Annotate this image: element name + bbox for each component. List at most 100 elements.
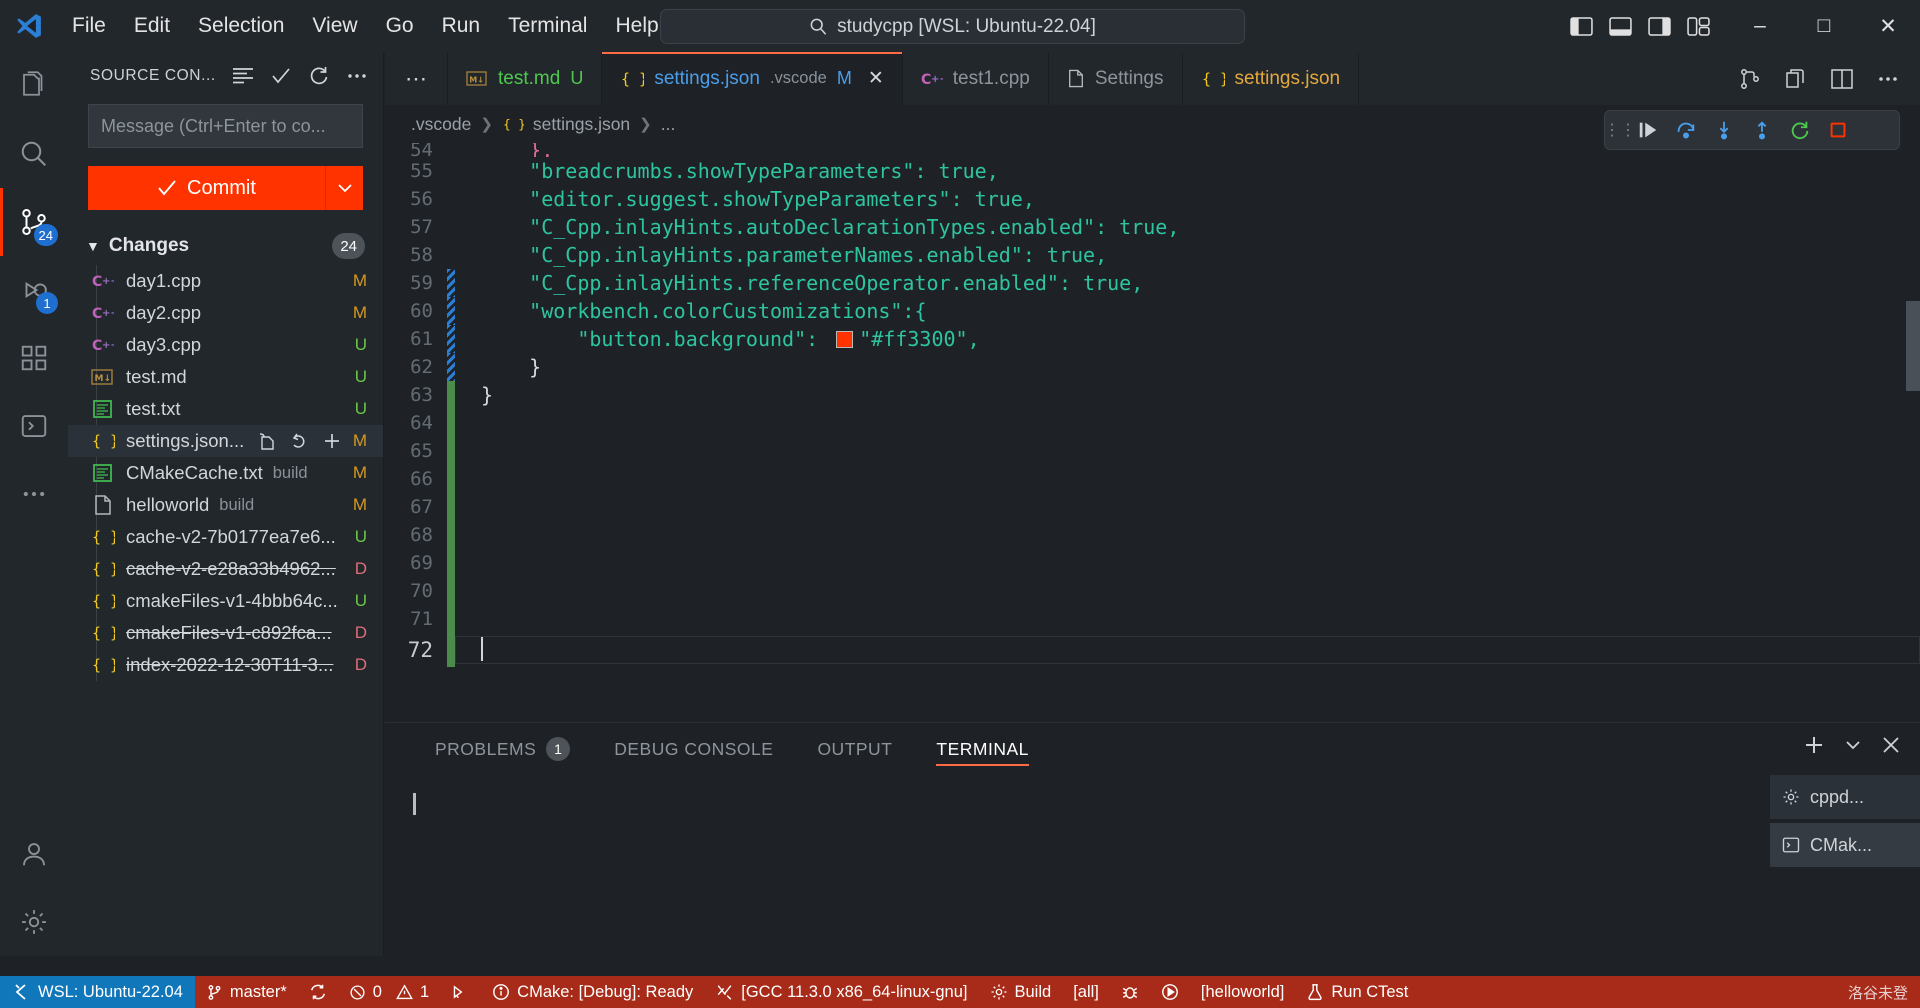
view-as-list-icon[interactable] [232, 66, 254, 86]
list-item-selected[interactable]: { } settings.json... M [68, 425, 383, 457]
terminal-tab-cppd[interactable]: cppd... [1770, 775, 1920, 819]
discard-changes-icon[interactable] [289, 431, 309, 451]
new-terminal-icon[interactable] [1802, 733, 1826, 757]
status-run[interactable] [1150, 976, 1190, 1008]
terminal-tab-cmake[interactable]: CMak... [1770, 823, 1920, 867]
stage-changes-icon[interactable] [322, 431, 342, 451]
sidebar-item-testing[interactable] [0, 392, 68, 460]
breadcrumb-item-symbol[interactable]: ... [661, 114, 676, 135]
stop-icon[interactable] [1819, 110, 1857, 150]
breadcrumb-item-folder[interactable]: .vscode [411, 114, 471, 135]
menu-file[interactable]: File [58, 0, 120, 52]
layout-grid-icon[interactable] [1687, 16, 1710, 36]
tab-test1-cpp[interactable]: C++ test1.cpp [902, 52, 1049, 105]
sidebar-item-run-and-debug[interactable]: 1 [0, 256, 68, 324]
status-remote-indicator[interactable]: WSL: Ubuntu-22.04 [0, 976, 195, 1008]
status-debug-target[interactable] [1110, 976, 1150, 1008]
step-over-icon[interactable] [1667, 110, 1705, 150]
split-editor-icon[interactable] [1830, 68, 1854, 90]
status-kit[interactable]: [GCC 11.3.0 x86_64-linux-gnu] [704, 976, 978, 1008]
code-editor[interactable]: 54 }, 55 "breadcrumbs.showTypeParameters… [385, 143, 1920, 682]
step-into-icon[interactable] [1705, 110, 1743, 150]
sidebar-item-search[interactable] [0, 120, 68, 188]
list-item[interactable]: { } cache-v2-e28a33b4962... D [68, 553, 383, 585]
menu-view[interactable]: View [298, 0, 371, 52]
close-panel-icon[interactable] [1880, 734, 1902, 756]
terminal-body[interactable] [385, 775, 1920, 816]
tab-overflow-icon[interactable]: ⋯ [385, 52, 448, 105]
tab-problems[interactable]: PROBLEMS 1 [413, 723, 592, 775]
file-row-actions [256, 431, 342, 451]
sidebar-item-more-views[interactable] [0, 460, 68, 528]
list-item[interactable]: C++ day2.cpp M [68, 297, 383, 329]
open-file-icon[interactable] [256, 431, 276, 451]
chevron-down-icon[interactable] [1844, 738, 1862, 752]
list-item[interactable]: C++ day3.cpp U [68, 329, 383, 361]
more-actions-icon[interactable] [346, 66, 368, 86]
tab-settings[interactable]: Settings [1048, 52, 1183, 105]
code-line: 58 "C_Cpp.inlayHints.parameterNames.enab… [385, 241, 1920, 269]
panel-bottom-icon[interactable] [1609, 16, 1632, 36]
status-ctest[interactable]: Run CTest [1295, 976, 1419, 1008]
list-item[interactable]: CMakeCache.txt build M [68, 457, 383, 489]
refresh-icon[interactable] [308, 65, 330, 87]
minimize-button[interactable]: – [1728, 0, 1792, 52]
tab-terminal[interactable]: TERMINAL [914, 723, 1050, 775]
menu-selection[interactable]: Selection [184, 0, 298, 52]
list-item[interactable]: { } cmakeFiles-v1-c892fca... D [68, 617, 383, 649]
color-swatch[interactable] [836, 330, 854, 348]
commit-check-icon[interactable] [270, 66, 292, 86]
status-sync[interactable] [298, 976, 338, 1008]
command-center[interactable]: studycpp [WSL: Ubuntu-22.04] [660, 9, 1245, 44]
split-and-compare-icon[interactable] [1738, 67, 1762, 91]
status-target[interactable]: [all] [1062, 976, 1110, 1008]
list-item[interactable]: helloworld build M [68, 489, 383, 521]
list-item[interactable]: { } cmakeFiles-v1-4bbb64c... U [68, 585, 383, 617]
menu-terminal[interactable]: Terminal [494, 0, 601, 52]
list-item[interactable]: { } index-2022-12-30T11-3... D [68, 649, 383, 681]
file-name: day1.cpp [126, 270, 202, 291]
commit-message-input[interactable]: Message (Ctrl+Enter to co... [88, 104, 363, 148]
debug-toolbar[interactable]: ⋮⋮ [1604, 110, 1900, 150]
close-button[interactable]: ✕ [1856, 0, 1920, 52]
panel-left-icon[interactable] [1570, 16, 1593, 36]
open-changes-icon[interactable] [1784, 67, 1808, 91]
list-item[interactable]: M↓ test.md U [68, 361, 383, 393]
menu-edit[interactable]: Edit [120, 0, 184, 52]
accounts-button[interactable] [0, 820, 68, 888]
commit-dropdown-button[interactable] [325, 166, 363, 210]
list-item[interactable]: test.txt U [68, 393, 383, 425]
menu-run[interactable]: Run [428, 0, 495, 52]
panel-right-icon[interactable] [1648, 16, 1671, 36]
status-launch-target[interactable]: [helloworld] [1190, 976, 1295, 1008]
sidebar-item-extensions[interactable] [0, 324, 68, 392]
list-item[interactable]: C++ day1.cpp M [68, 265, 383, 297]
tab-output[interactable]: OUTPUT [795, 723, 914, 775]
tab-debug-console[interactable]: DEBUG CONSOLE [592, 723, 795, 775]
more-actions-icon[interactable] [1876, 69, 1900, 89]
restart-icon[interactable] [1781, 110, 1819, 150]
tab-settings-json[interactable]: { } settings.json .vscode M ✕ [602, 52, 903, 105]
file-status: U [354, 399, 367, 418]
drag-grip-icon[interactable]: ⋮⋮ [1604, 120, 1636, 140]
step-out-icon[interactable] [1743, 110, 1781, 150]
terminal-icon [1782, 836, 1800, 854]
breadcrumb-item-file[interactable]: settings.json [533, 114, 630, 135]
status-problems[interactable]: 0 1 [338, 976, 440, 1008]
gear-icon[interactable] [0, 888, 68, 956]
commit-button[interactable]: Commit [88, 166, 325, 210]
close-icon[interactable]: ✕ [868, 67, 884, 90]
status-branch[interactable]: master* [195, 976, 298, 1008]
status-ports[interactable] [440, 976, 481, 1008]
list-item[interactable]: { } cache-v2-7b0177ea7e6... U [68, 521, 383, 553]
continue-icon[interactable] [1629, 110, 1667, 150]
tab-test-md[interactable]: M↓ test.md U [448, 52, 603, 105]
status-cmake[interactable]: CMake: [Debug]: Ready [481, 976, 704, 1008]
changes-group-header[interactable]: ▼ Changes 24 [68, 229, 383, 263]
status-build[interactable]: Build [979, 976, 1063, 1008]
sidebar-item-explorer[interactable] [0, 52, 68, 120]
tab-settings-json-2[interactable]: { } settings.json [1182, 52, 1360, 105]
sidebar-item-source-control[interactable]: 24 [0, 188, 68, 256]
menu-go[interactable]: Go [372, 0, 428, 52]
maximize-button[interactable]: □ [1792, 0, 1856, 52]
